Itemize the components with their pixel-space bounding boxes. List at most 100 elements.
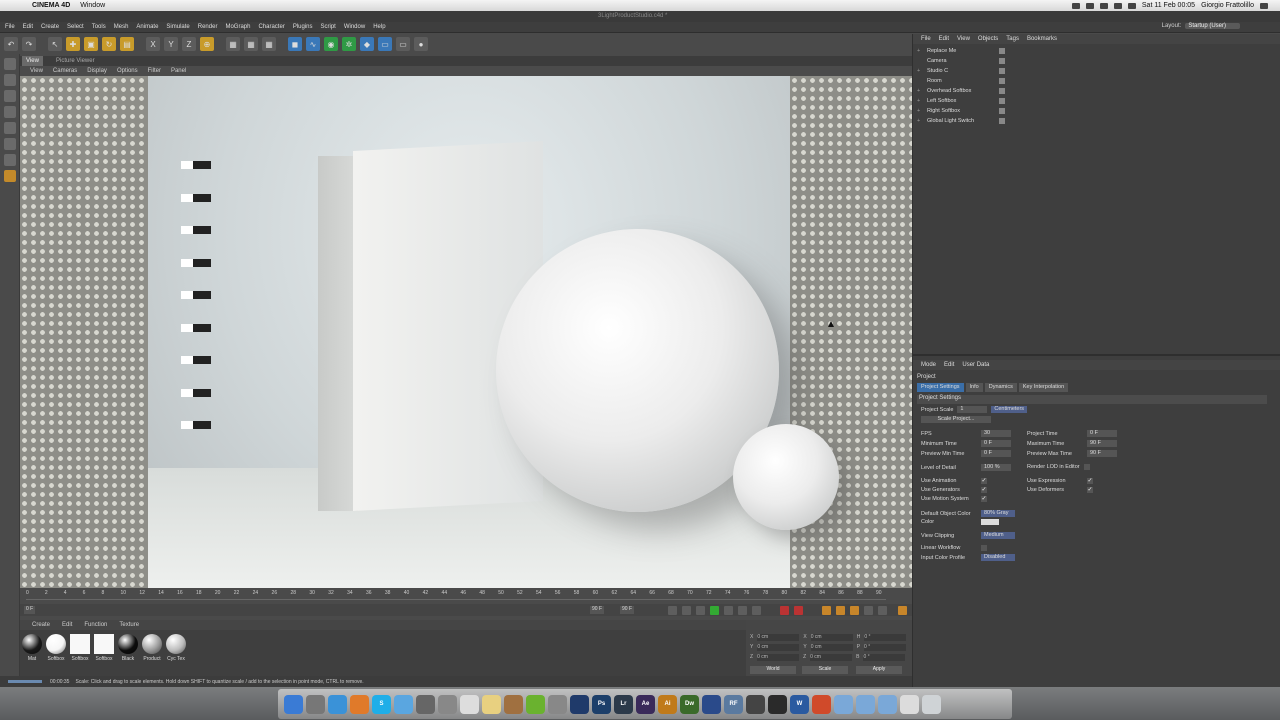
- dreamweaver-icon[interactable]: Dw: [680, 694, 699, 714]
- rotation-field[interactable]: 0 °: [863, 654, 906, 661]
- key-scale-icon[interactable]: [836, 606, 845, 615]
- panel-divider[interactable]: [913, 354, 1280, 356]
- cube-icon[interactable]: ◼: [288, 37, 302, 51]
- position-field[interactable]: 0 cm: [757, 644, 800, 651]
- material-item[interactable]: Softbox: [93, 634, 115, 662]
- tab-view[interactable]: View: [22, 56, 43, 66]
- render-lod-checkbox[interactable]: [1083, 464, 1090, 470]
- x-axis-icon[interactable]: X: [146, 37, 160, 51]
- play-icon[interactable]: [710, 606, 719, 615]
- spotify-icon[interactable]: [526, 694, 545, 714]
- word-icon[interactable]: W: [790, 694, 809, 714]
- mat-menu-function[interactable]: Function: [84, 622, 107, 628]
- vp-menu-view[interactable]: View: [30, 68, 43, 74]
- object-row[interactable]: Camera: [917, 56, 1257, 65]
- apply-button[interactable]: Apply: [856, 666, 902, 674]
- folder-icon[interactable]: [834, 694, 853, 714]
- clock[interactable]: Sat 11 Feb 00:05: [1142, 2, 1195, 9]
- user-name[interactable]: Giorgio Frattolillo: [1201, 2, 1254, 9]
- min-time-field[interactable]: 0 F: [981, 440, 1011, 447]
- menu-tools[interactable]: Tools: [92, 24, 106, 30]
- array-icon[interactable]: ✲: [342, 37, 356, 51]
- settings-icon[interactable]: [416, 694, 435, 714]
- vp-menu-options[interactable]: Options: [117, 68, 138, 74]
- move-icon[interactable]: ✚: [66, 37, 80, 51]
- preview-min-field[interactable]: 0 F: [981, 450, 1011, 457]
- size-field[interactable]: 0 cm: [810, 654, 853, 661]
- mat-menu-texture[interactable]: Texture: [119, 622, 139, 628]
- visibility-icon[interactable]: [999, 117, 1005, 124]
- cinema4d-icon[interactable]: [702, 694, 721, 714]
- material-item[interactable]: Softbox: [69, 634, 91, 662]
- printer-icon[interactable]: [548, 694, 567, 714]
- menu-character[interactable]: Character: [258, 24, 284, 30]
- layout-dropdown[interactable]: Startup (User): [1185, 23, 1240, 29]
- object-name[interactable]: Overhead Softbox: [927, 88, 997, 94]
- quicktime-icon[interactable]: [570, 694, 589, 714]
- menu-edit[interactable]: Edit: [23, 24, 33, 30]
- vp-menu-panel[interactable]: Panel: [171, 68, 186, 74]
- render-view-icon[interactable]: ▦: [226, 37, 240, 51]
- scale-icon[interactable]: ▣: [84, 37, 98, 51]
- prev-frame-icon[interactable]: [696, 606, 705, 615]
- menu-help[interactable]: Help: [373, 24, 385, 30]
- tab-picture-viewer[interactable]: Picture Viewer: [56, 58, 95, 64]
- firefox-icon[interactable]: [350, 694, 369, 714]
- prev-key-icon[interactable]: [682, 606, 691, 615]
- object-row[interactable]: Room: [917, 76, 1257, 85]
- use-expression-checkbox[interactable]: ✓: [1087, 478, 1093, 484]
- visibility-icon[interactable]: [999, 67, 1005, 74]
- system-prefs-icon[interactable]: [438, 694, 457, 714]
- menu-render[interactable]: Render: [198, 24, 218, 30]
- am-menu-edit[interactable]: Edit: [944, 362, 954, 368]
- menu-mesh[interactable]: Mesh: [114, 24, 129, 30]
- snap-icon[interactable]: [4, 170, 16, 182]
- rotation-field[interactable]: 0 °: [864, 634, 907, 641]
- vp-menu-cameras[interactable]: Cameras: [53, 68, 77, 74]
- use-generators-checkbox[interactable]: ✓: [981, 487, 987, 493]
- view-clipping-dropdown[interactable]: Medium: [981, 532, 1015, 539]
- tab-dynamics[interactable]: Dynamics: [984, 383, 1017, 392]
- visibility-icon[interactable]: [999, 97, 1005, 104]
- max-time-field[interactable]: 90 F: [1087, 440, 1117, 447]
- redo-icon[interactable]: ↷: [22, 37, 36, 51]
- camera-icon[interactable]: ▭: [396, 37, 410, 51]
- status-icon[interactable]: [1085, 2, 1094, 9]
- om-menu-edit[interactable]: Edit: [939, 36, 949, 42]
- tab-project-settings[interactable]: Project Settings: [917, 383, 964, 392]
- visibility-icon[interactable]: [999, 77, 1005, 84]
- mat-menu-create[interactable]: Create: [32, 622, 50, 628]
- menu-file[interactable]: File: [5, 24, 15, 30]
- app2-icon[interactable]: [768, 694, 787, 714]
- use-deformers-checkbox[interactable]: ✓: [1087, 487, 1093, 493]
- key-position-icon[interactable]: [822, 606, 831, 615]
- app-icon[interactable]: [746, 694, 765, 714]
- vp-menu-display[interactable]: Display: [87, 68, 107, 74]
- finder-icon[interactable]: [284, 694, 303, 714]
- z-axis-icon[interactable]: Z: [182, 37, 196, 51]
- realflow-icon[interactable]: RF: [724, 694, 743, 714]
- coordinate-system-icon[interactable]: ⊕: [200, 37, 214, 51]
- photo-icon[interactable]: [504, 694, 523, 714]
- visibility-icon[interactable]: [999, 107, 1005, 114]
- model-mode-icon[interactable]: [4, 74, 16, 86]
- search-icon[interactable]: [1260, 2, 1268, 9]
- mail-icon[interactable]: [394, 694, 413, 714]
- project-scale-field[interactable]: 1: [957, 406, 988, 413]
- position-field[interactable]: 0 cm: [757, 634, 800, 641]
- om-menu-file[interactable]: File: [921, 36, 931, 42]
- material-item[interactable]: Cyc Tex: [165, 634, 187, 662]
- next-key-icon[interactable]: [738, 606, 747, 615]
- viewport[interactable]: [20, 76, 912, 588]
- launchpad-icon[interactable]: [306, 694, 325, 714]
- texture-mode-icon[interactable]: [4, 90, 16, 102]
- project-time-field[interactable]: 0 F: [1087, 430, 1117, 437]
- lightroom-icon[interactable]: Lr: [614, 694, 633, 714]
- om-menu-view[interactable]: View: [957, 36, 970, 42]
- spline-icon[interactable]: ∿: [306, 37, 320, 51]
- points-mode-icon[interactable]: [4, 106, 16, 118]
- menu-select[interactable]: Select: [67, 24, 84, 30]
- battery-icon[interactable]: [1127, 2, 1136, 9]
- volume-icon[interactable]: [1113, 2, 1122, 9]
- window-menu[interactable]: Window: [80, 2, 105, 9]
